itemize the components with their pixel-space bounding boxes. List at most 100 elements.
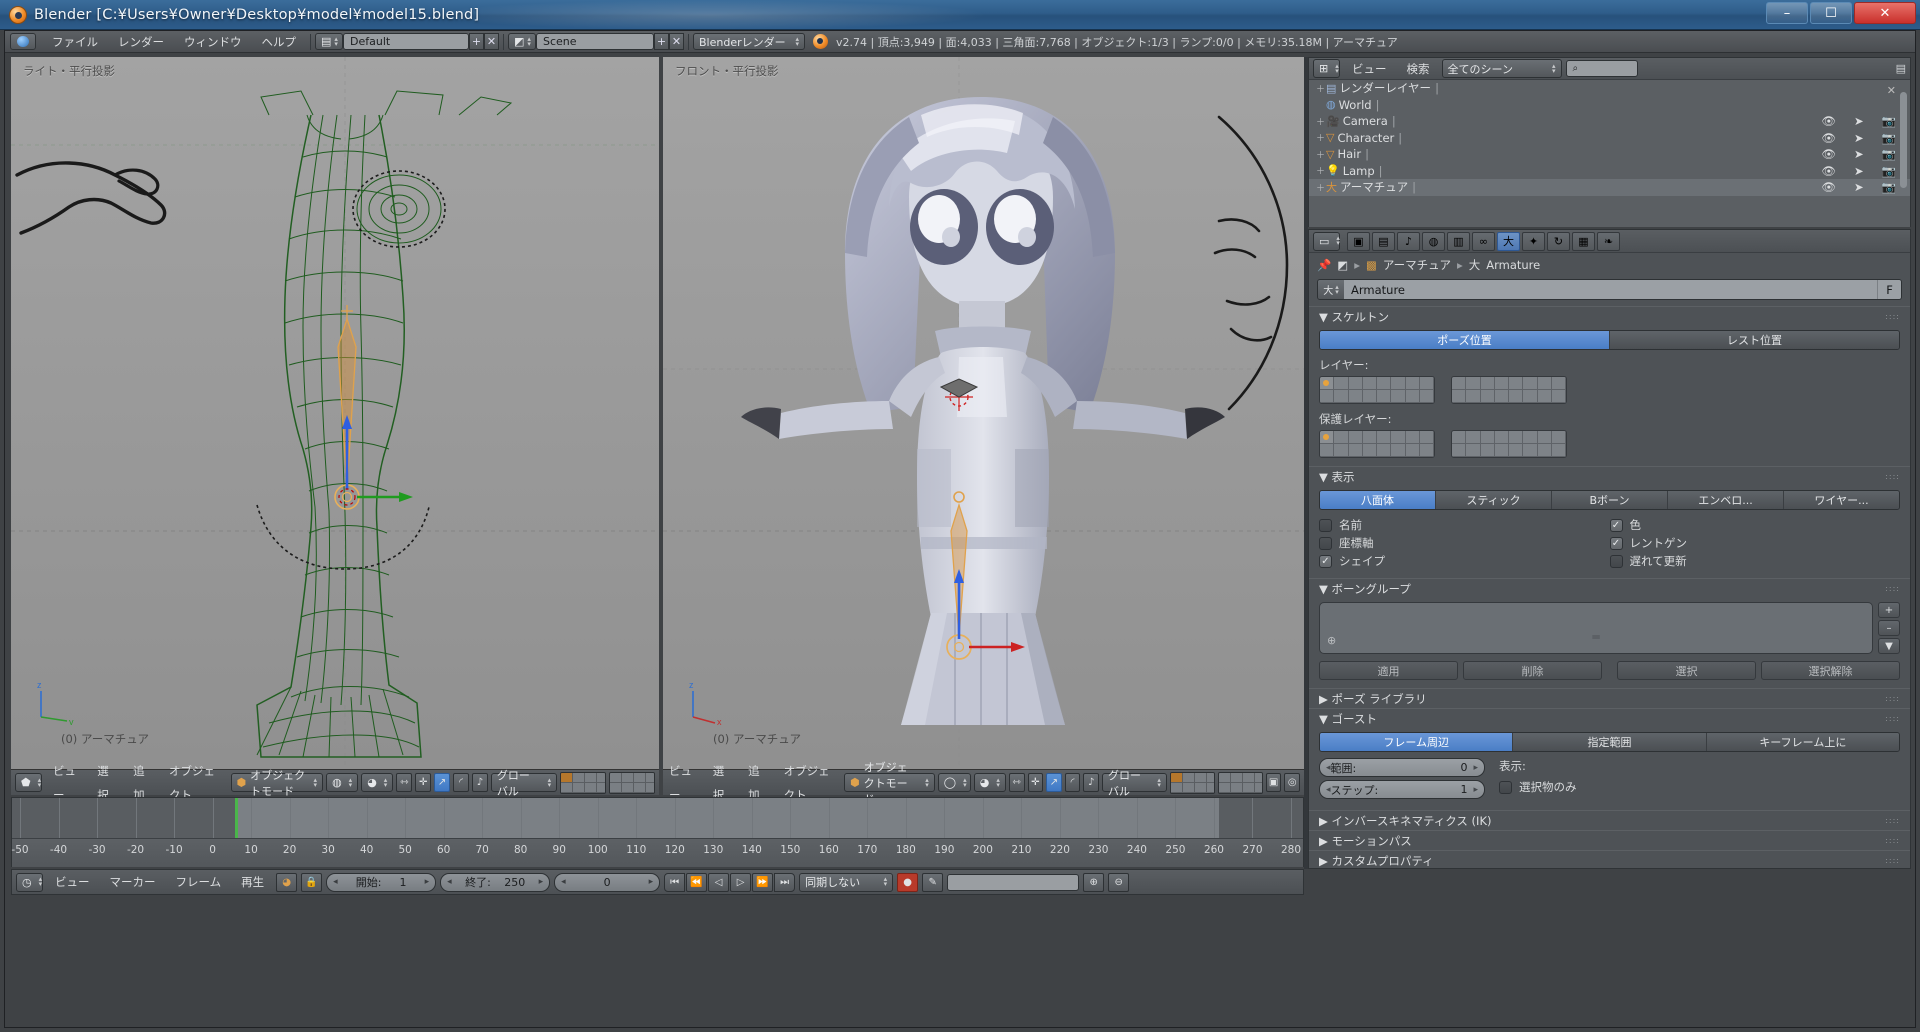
outliner-menu-search[interactable]: 検索 <box>1399 57 1438 81</box>
object-tab[interactable]: ▥ <box>1447 231 1470 251</box>
properties-tab-group[interactable]: ▣ ▤ ♪ ◍ ▥ ∞ 大 ✦ ↻ ▦ ❧ <box>1347 231 1620 251</box>
minimize-button[interactable]: – <box>1766 2 1808 24</box>
outliner-search-input[interactable]: ⌕ <box>1565 60 1638 77</box>
tl-menu-playback[interactable]: 再生 <box>233 870 272 894</box>
vl-orientation-select[interactable]: グローバル ▴ ▾ <box>490 769 558 798</box>
expand-icon[interactable]: ＋ <box>1315 131 1326 144</box>
outliner-row-restrict-icons[interactable]: 👁 ➤ 📷 <box>1821 114 1896 128</box>
bone-group-button-0[interactable]: 適用 <box>1319 661 1458 680</box>
expand-icon[interactable]: ＋ <box>1315 82 1326 95</box>
eye-icon[interactable]: 👁 <box>1821 180 1836 194</box>
protected-layers-row[interactable] <box>1319 430 1900 458</box>
vr-scale-manipulator[interactable]: ◜ <box>1064 773 1081 792</box>
ghost-mode-toggle[interactable]: フレーム周辺 指定範囲 キーフレーム上に <box>1319 732 1900 752</box>
render-engine-select[interactable]: Blenderレンダー ▴ ▾ <box>693 33 805 50</box>
vl-translate-manipulator[interactable]: ✛ <box>415 773 432 792</box>
jump-start-button[interactable]: ⏮ <box>664 872 686 892</box>
bone-layers-group-a[interactable] <box>1319 376 1435 404</box>
world-tab[interactable]: ◍ <box>1422 231 1445 251</box>
expand-icon[interactable]: ＋ <box>1315 115 1326 128</box>
vr-orientation-select[interactable]: グローバル ▴ ▾ <box>1101 769 1167 798</box>
menu-file[interactable]: ファイル <box>42 31 108 53</box>
menu-render[interactable]: レンダー <box>108 31 174 53</box>
outliner-row-0[interactable]: ＋ ▤ レンダーレイヤー | <box>1309 80 1910 97</box>
bone-group-action-buttons[interactable]: 適用 削除 選択 選択解除 <box>1319 661 1900 680</box>
cursor-icon[interactable]: ➤ <box>1854 131 1864 145</box>
outliner-row-4[interactable]: ＋ ▽ Hair | 👁 ➤ 📷 <box>1309 146 1910 163</box>
display-option-left-2[interactable]: ✓ シェイプ <box>1319 552 1610 570</box>
outliner-row-restrict-icons[interactable]: 👁 ➤ 📷 <box>1821 131 1896 145</box>
display-mode-2[interactable]: Bボーン <box>1552 491 1668 509</box>
constraints-tab[interactable]: ∞ <box>1472 231 1495 251</box>
protected-layers-group-a[interactable] <box>1319 430 1435 458</box>
expand-icon[interactable]: ＋ <box>1315 181 1326 194</box>
vl-rotate-manipulator[interactable]: ↗ <box>434 773 451 792</box>
prev-keyframe-button[interactable]: ⏪ <box>686 872 708 892</box>
ghost-step-field[interactable]: ◂ ステップ: 1 ▸ <box>1319 780 1485 799</box>
vr-pivot-point[interactable]: ◕ ▴ ▾ <box>973 773 1006 792</box>
protected-layers-group-b[interactable] <box>1451 430 1567 458</box>
scene-field[interactable]: Scene <box>536 33 654 50</box>
display-mode-toggle[interactable]: 八面体 スティック Bボーン エンベロ... ワイヤー... <box>1319 490 1900 510</box>
list-grip-icon[interactable]: ═ <box>1592 630 1599 644</box>
skeleton-position-toggle[interactable]: ポーズ位置 レスト位置 <box>1319 330 1900 350</box>
vr-manipulator-toggle[interactable]: ⇿ <box>1008 773 1025 792</box>
vl-scene-layers-b[interactable] <box>609 771 656 794</box>
camera-restrict-icon[interactable]: 📷 <box>1882 114 1896 128</box>
outliner-row-5[interactable]: ＋ 💡 Lamp | 👁 ➤ 📷 <box>1309 163 1910 180</box>
timeline-playhead[interactable] <box>235 798 239 838</box>
breadcrumb-data[interactable]: Armature <box>1486 258 1540 272</box>
add-scene-button[interactable]: + <box>654 33 669 50</box>
screen-layout-icon[interactable]: ▤ ▴ ▾ <box>315 33 343 50</box>
ghost-mode-0[interactable]: フレーム周辺 <box>1320 733 1514 751</box>
outliner-editor[interactable]: ⊞ ▴ ▾ ビュー 検索 全てのシーン ▴ ▾ ⌕ ▤ ＋ ▤ レンダーレイヤー | ◍ Wor… <box>1308 57 1911 227</box>
vl-scale-manipulator[interactable]: ◜ <box>453 773 469 792</box>
record-button[interactable]: ● <box>897 872 919 892</box>
sync-mode-select[interactable]: 同期しない ▴ ▾ <box>799 872 894 892</box>
auto-keyframe-icon[interactable]: ◕ <box>276 872 298 892</box>
bone-layers-row[interactable] <box>1319 376 1900 404</box>
breadcrumb-object[interactable]: アーマチュア <box>1383 257 1451 273</box>
display-mode-3[interactable]: エンベロ... <box>1668 491 1784 509</box>
playback-transport[interactable]: ⏮ ⏪ ◁ ▷ ⏩ ⏭ <box>664 872 796 892</box>
vl-manipulator-extra[interactable]: ♪ <box>472 773 488 792</box>
ghost-range-field[interactable]: ◂ 範囲: 0 ▸ <box>1319 758 1485 777</box>
close-button[interactable]: ✕ <box>1854 2 1916 24</box>
vr-viewport-shading[interactable]: ◯ ▴ ▾ <box>937 773 971 792</box>
bone-group-add-button[interactable]: + <box>1878 602 1900 618</box>
camera-restrict-icon[interactable]: 📷 <box>1882 131 1896 145</box>
outliner-row-2[interactable]: ＋ 🎥 Camera | 👁 ➤ 📷 <box>1309 113 1910 130</box>
vl-pivot-point[interactable]: ◕ ▴ ▾ <box>361 773 394 792</box>
expand-icon[interactable]: ＋ <box>1315 164 1326 177</box>
panel-header-bone-groups[interactable]: ▼ ボーングループ :::: <box>1309 578 1910 598</box>
editor-type-3dview-icon[interactable]: ⬟ ▴ ▾ <box>15 773 42 792</box>
outliner-menu-view[interactable]: ビュー <box>1344 57 1395 81</box>
display-option-left-1[interactable]: 座標軸 <box>1319 534 1610 552</box>
panel-header-ghost[interactable]: ▼ ゴースト :::: <box>1309 708 1910 728</box>
maximize-button[interactable]: ☐ <box>1810 2 1852 24</box>
next-keyframe-button[interactable]: ⏩ <box>752 872 774 892</box>
keying-set-field[interactable] <box>947 873 1080 891</box>
editor-type-timeline-icon[interactable]: ◷ ▴ ▾ <box>16 872 43 892</box>
cursor-icon[interactable]: ➤ <box>1854 114 1864 128</box>
physics-tab[interactable]: ❧ <box>1597 231 1620 251</box>
armature-data-tab[interactable]: 大 <box>1497 231 1520 251</box>
auto-key-insert-icon[interactable]: ✎ <box>922 872 944 892</box>
vr-scene-layers-b[interactable] <box>1217 771 1263 794</box>
timeline-editor[interactable]: -50 -40 -30 -20 -10 0 10 20 30 40 50 60 70 80 90 100 110… <box>11 797 1304 867</box>
menu-window[interactable]: ウィンドウ <box>174 31 252 53</box>
camera-restrict-icon[interactable]: 📷 <box>1882 180 1896 194</box>
scene-tab[interactable]: ♪ <box>1397 231 1420 251</box>
editor-type-info-icon[interactable] <box>10 33 36 50</box>
vr-translate-manipulator[interactable]: ✛ <box>1027 773 1044 792</box>
bone-group-menu-button[interactable]: ▼ <box>1878 638 1900 654</box>
outliner-scrollbar[interactable] <box>1900 92 1907 188</box>
outliner-row-6[interactable]: ＋大アーマチュア | 👁 ➤ 📷 <box>1309 179 1910 196</box>
vr-render-preview-button[interactable]: ◎ <box>1284 773 1301 792</box>
fake-user-button[interactable]: F <box>1877 280 1901 299</box>
bone-group-button-1[interactable]: 削除 <box>1463 661 1602 680</box>
window-controls[interactable]: – ☐ ✕ <box>1766 2 1916 24</box>
display-option-right-2[interactable]: 遅れて更新 <box>1609 552 1901 570</box>
viewport-left[interactable]: ライト・平行投影 (0) アーマチュア z y <box>11 57 659 769</box>
ghost-mode-2[interactable]: キーフレーム上に <box>1706 733 1899 751</box>
